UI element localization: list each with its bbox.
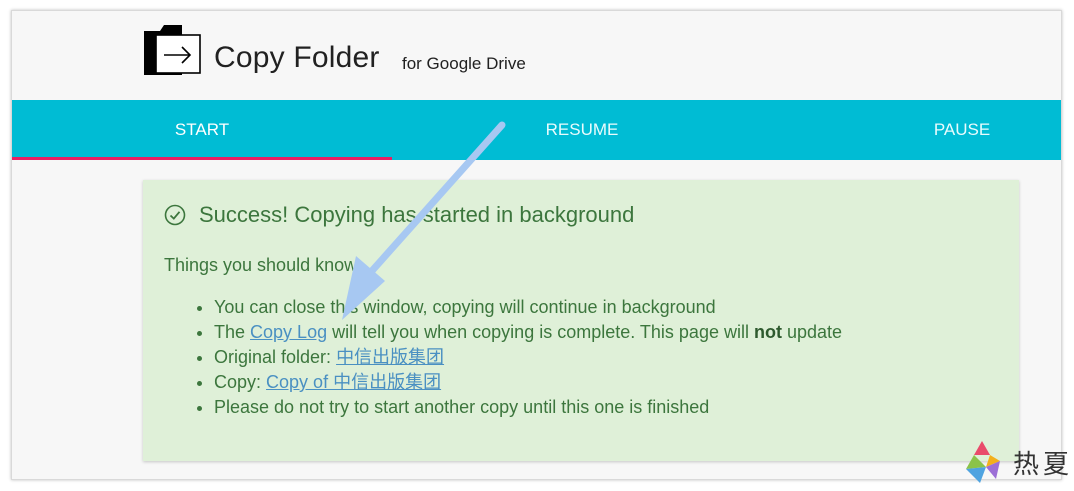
success-alert: Success! Copying has started in backgrou… (143, 180, 1019, 461)
log-suffix: update (781, 322, 843, 342)
list-item-copy-folder: Copy: Copy of 中信出版集团 (214, 370, 842, 395)
app-subtitle: for Google Drive (402, 54, 526, 73)
log-prefix: The (214, 322, 251, 342)
close-window-text: You can close this window, copying will … (214, 297, 716, 317)
copy-prefix: Copy: (214, 372, 267, 392)
tab-bar: START RESUME PAUSE (12, 100, 1061, 160)
log-middle: will tell you when copying is complete. … (327, 322, 754, 342)
list-item-copy-log: The Copy Log will tell you when copying … (214, 320, 842, 345)
info-list: You can close this window, copying will … (164, 295, 842, 420)
tab-pause[interactable]: PAUSE (772, 100, 1061, 160)
tab-resume[interactable]: RESUME (392, 100, 772, 160)
copy-log-link[interactable]: Copy Log (250, 322, 327, 342)
list-item-warning: Please do not try to start another copy … (214, 395, 842, 420)
warning-text: Please do not try to start another copy … (214, 397, 710, 417)
folder-copy-icon (144, 25, 201, 75)
tab-start[interactable]: START (12, 100, 392, 160)
alert-title: Success! Copying has started in backgrou… (199, 202, 635, 227)
app-title: Copy Folder (214, 41, 380, 74)
list-item-original-folder: Original folder: 中信出版集团 (214, 345, 842, 370)
app-window: Copy Folder for Google Drive START RESUM… (11, 10, 1062, 480)
active-tab-indicator (12, 157, 392, 160)
original-prefix: Original folder: (214, 347, 337, 367)
log-bold-not: not (753, 322, 782, 342)
copy-folder-link[interactable]: Copy of 中信出版集团 (266, 372, 441, 392)
original-folder-link[interactable]: 中信出版集团 (336, 347, 444, 367)
app-header: Copy Folder for Google Drive (12, 11, 1061, 100)
list-item-close-window: You can close this window, copying will … (214, 295, 842, 320)
alert-intro: Things you should know: (164, 255, 363, 275)
check-circle-icon (164, 204, 186, 226)
watermark-text: 热夏 (1013, 450, 1074, 480)
